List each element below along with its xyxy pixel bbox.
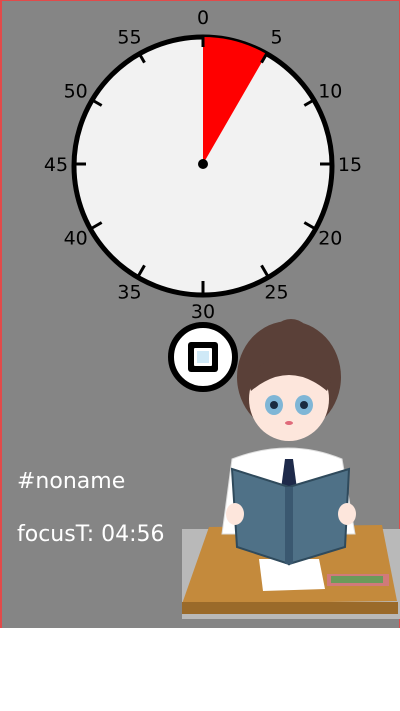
dial-center [198, 159, 208, 169]
dial-number-35: 35 [117, 281, 141, 303]
focus-time: focusT: 04:56 [17, 522, 165, 547]
timer-dial: 0 5 10 15 20 25 30 35 40 45 50 55 [44, 7, 362, 321]
dial-number-15: 15 [338, 154, 362, 176]
task-name: #noname [17, 469, 126, 494]
dial-number-20: 20 [318, 228, 342, 250]
app-screen: 0 5 10 15 20 25 30 35 40 45 50 55 #noname focusT: 0… [0, 0, 400, 628]
dial-number-10: 10 [318, 81, 342, 103]
dial-number-40: 40 [64, 228, 88, 250]
dial-number-25: 25 [264, 281, 288, 303]
dial-number-55: 55 [117, 27, 141, 49]
dial-number-30: 30 [191, 301, 215, 321]
dial-number-0: 0 [197, 7, 209, 29]
girl-reading-illustration [182, 319, 400, 619]
dial-number-45: 45 [44, 154, 68, 176]
dial-number-50: 50 [64, 81, 88, 103]
dial-number-5: 5 [270, 27, 282, 49]
bottom-area [0, 628, 400, 711]
